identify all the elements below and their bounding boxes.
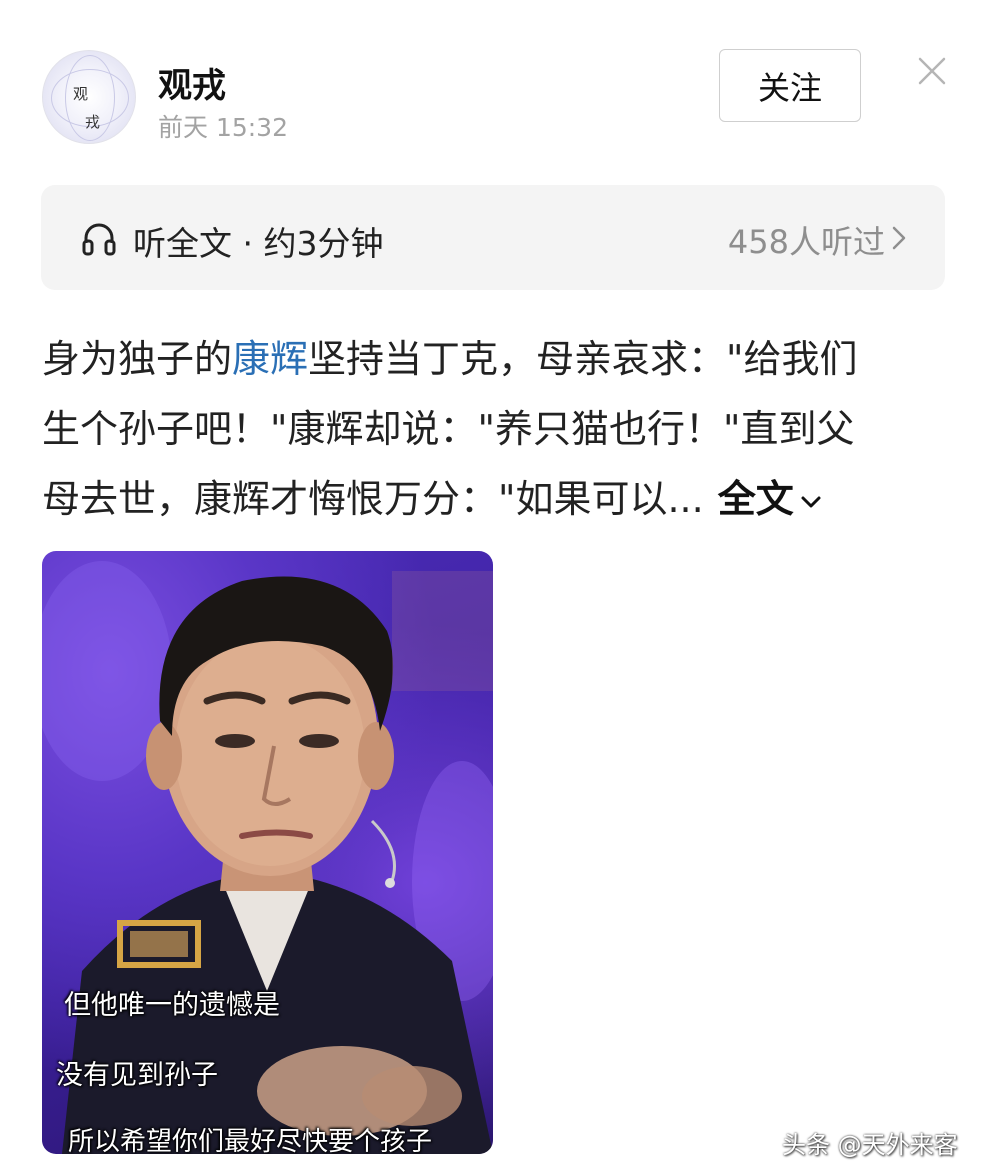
article-text: 母去世，康辉才悔恨万分："如果可以... xyxy=(42,477,704,521)
article-line: 身为独子的康辉坚持当丁克，母亲哀求："给我们 xyxy=(42,324,947,394)
chevron-right-icon xyxy=(891,225,907,251)
video-subtitle: 但他唯一的遗憾是 xyxy=(64,990,280,1021)
video-subtitle: 所以希望你们最好尽快要个孩子 xyxy=(68,1127,433,1154)
full-text-label: 全文 xyxy=(717,477,794,521)
avatar-char: 观 xyxy=(73,85,89,103)
source-watermark: 头条 @天外来客 xyxy=(782,1131,958,1159)
article-text: 身为独子的 xyxy=(42,337,233,381)
close-icon[interactable] xyxy=(916,55,948,87)
article-text: 坚持当丁克，母亲哀求："给我们 xyxy=(308,337,858,381)
author-avatar[interactable]: 观 戎 xyxy=(42,50,136,144)
author-name[interactable]: 观戎 xyxy=(158,58,226,107)
listen-count: 458人听过 xyxy=(727,223,885,261)
chevron-down-icon xyxy=(801,496,821,507)
listen-label: 听全文 · 约3分钟 xyxy=(133,224,384,263)
avatar-char: 戎 xyxy=(85,113,101,131)
post-time: 前天 15:32 xyxy=(158,113,288,142)
article-summary: 身为独子的康辉坚持当丁克，母亲哀求："给我们 生个孙子吧！"康辉却说："养只猫也… xyxy=(42,324,947,534)
person-link[interactable]: 康辉 xyxy=(232,337,308,381)
video-subtitle: 没有见到孙子 xyxy=(56,1060,218,1091)
expand-full-text-button[interactable]: 全文 xyxy=(718,477,822,521)
follow-button[interactable]: 关注 xyxy=(719,49,861,122)
listen-full-text-bar[interactable]: 听全文 · 约3分钟 458人听过 xyxy=(41,185,945,290)
article-image[interactable]: 但他唯一的遗憾是 没有见到孙子 所以希望你们最好尽快要个孩子 xyxy=(42,551,493,1154)
headphone-icon xyxy=(81,221,117,257)
article-line: 生个孙子吧！"康辉却说："养只猫也行！"直到父 xyxy=(42,407,855,451)
article-line: 母去世，康辉才悔恨万分："如果可以... 全文 xyxy=(42,464,947,534)
